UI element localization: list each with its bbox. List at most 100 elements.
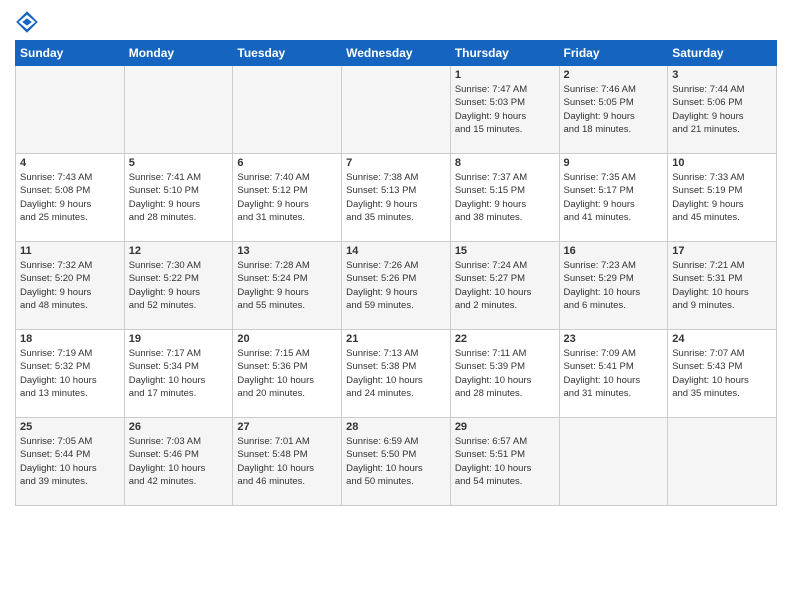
- day-cell: 3Sunrise: 7:44 AM Sunset: 5:06 PM Daylig…: [668, 66, 777, 154]
- day-info: Sunrise: 7:41 AM Sunset: 5:10 PM Dayligh…: [129, 171, 229, 224]
- day-cell: 10Sunrise: 7:33 AM Sunset: 5:19 PM Dayli…: [668, 154, 777, 242]
- day-number: 25: [20, 421, 120, 433]
- day-info: Sunrise: 7:37 AM Sunset: 5:15 PM Dayligh…: [455, 171, 555, 224]
- day-info: Sunrise: 7:17 AM Sunset: 5:34 PM Dayligh…: [129, 347, 229, 400]
- calendar-table: SundayMondayTuesdayWednesdayThursdayFrid…: [15, 40, 777, 506]
- day-number: 29: [455, 421, 555, 433]
- col-header-saturday: Saturday: [668, 41, 777, 66]
- day-cell: 25 Sunrise: 7:05 AM Sunset: 5:44 PM Dayli…: [16, 418, 125, 506]
- day-info: Sunrise: 7:40 AM Sunset: 5:12 PM Dayligh…: [237, 171, 337, 224]
- col-header-thursday: Thursday: [450, 41, 559, 66]
- day-cell: 4 Sunrise: 7:43 AM Sunset: 5:08 PM Daylig…: [16, 154, 125, 242]
- day-cell: [342, 66, 451, 154]
- day-cell: [233, 66, 342, 154]
- day-info: Sunrise: 7:23 AM Sunset: 5:29 PM Dayligh…: [564, 259, 664, 312]
- week-row-1: 1 Sunrise: 7:47 AM Sunset: 5:03 PM Daylig…: [16, 66, 777, 154]
- day-number: 23: [564, 333, 664, 345]
- day-info: Sunrise: 7:38 AM Sunset: 5:13 PM Dayligh…: [346, 171, 446, 224]
- day-cell: [559, 418, 668, 506]
- day-cell: 19 Sunrise: 7:17 AM Sunset: 5:34 PM Dayli…: [124, 330, 233, 418]
- day-number: 17: [672, 245, 772, 257]
- day-number: 14: [346, 245, 446, 257]
- day-cell: 26Sunrise: 7:03 AM Sunset: 5:46 PM Dayli…: [124, 418, 233, 506]
- day-number: 2: [564, 69, 664, 81]
- day-number: 10: [672, 157, 772, 169]
- day-cell: 17 Sunrise: 7:21 AM Sunset: 5:31 PM Dayli…: [668, 242, 777, 330]
- day-cell: 28 Sunrise: 6:59 AM Sunset: 5:50 PM Dayli…: [342, 418, 451, 506]
- day-number: 28: [346, 421, 446, 433]
- col-header-monday: Monday: [124, 41, 233, 66]
- day-cell: 7 Sunrise: 7:38 AM Sunset: 5:13 PM Daylig…: [342, 154, 451, 242]
- day-cell: 23 Sunrise: 7:09 AM Sunset: 5:41 PM Dayli…: [559, 330, 668, 418]
- day-number: 19: [129, 333, 229, 345]
- day-cell: 13Sunrise: 7:28 AM Sunset: 5:24 PM Dayli…: [233, 242, 342, 330]
- day-number: 18: [20, 333, 120, 345]
- day-cell: 11 Sunrise: 7:32 AM Sunset: 5:20 PM Dayli…: [16, 242, 125, 330]
- day-cell: 8 Sunrise: 7:37 AM Sunset: 5:15 PM Daylig…: [450, 154, 559, 242]
- week-row-4: 18 Sunrise: 7:19 AM Sunset: 5:32 PM Dayli…: [16, 330, 777, 418]
- day-cell: 15 Sunrise: 7:24 AM Sunset: 5:27 PM Dayli…: [450, 242, 559, 330]
- day-info: Sunrise: 6:59 AM Sunset: 5:50 PM Dayligh…: [346, 435, 446, 488]
- day-number: 16: [564, 245, 664, 257]
- day-number: 20: [237, 333, 337, 345]
- day-info: Sunrise: 7:01 AM Sunset: 5:48 PM Dayligh…: [237, 435, 337, 488]
- day-number: 24: [672, 333, 772, 345]
- day-number: 8: [455, 157, 555, 169]
- day-number: 27: [237, 421, 337, 433]
- day-cell: 12 Sunrise: 7:30 AM Sunset: 5:22 PM Dayli…: [124, 242, 233, 330]
- day-cell: 22Sunrise: 7:11 AM Sunset: 5:39 PM Dayli…: [450, 330, 559, 418]
- day-cell: [16, 66, 125, 154]
- day-cell: 24 Sunrise: 7:07 AM Sunset: 5:43 PM Dayli…: [668, 330, 777, 418]
- day-number: 12: [129, 245, 229, 257]
- week-row-2: 4 Sunrise: 7:43 AM Sunset: 5:08 PM Daylig…: [16, 154, 777, 242]
- day-info: Sunrise: 7:24 AM Sunset: 5:27 PM Dayligh…: [455, 259, 555, 312]
- logo-icon: [15, 10, 39, 34]
- day-number: 5: [129, 157, 229, 169]
- day-cell: 21 Sunrise: 7:13 AM Sunset: 5:38 PM Dayli…: [342, 330, 451, 418]
- day-cell: 20 Sunrise: 7:15 AM Sunset: 5:36 PM Dayli…: [233, 330, 342, 418]
- day-cell: 18 Sunrise: 7:19 AM Sunset: 5:32 PM Dayli…: [16, 330, 125, 418]
- day-number: 21: [346, 333, 446, 345]
- day-cell: [124, 66, 233, 154]
- day-cell: 2 Sunrise: 7:46 AM Sunset: 5:05 PM Daylig…: [559, 66, 668, 154]
- header-row: SundayMondayTuesdayWednesdayThursdayFrid…: [16, 41, 777, 66]
- col-header-tuesday: Tuesday: [233, 41, 342, 66]
- day-number: 9: [564, 157, 664, 169]
- day-info: Sunrise: 6:57 AM Sunset: 5:51 PM Dayligh…: [455, 435, 555, 488]
- day-cell: [668, 418, 777, 506]
- day-number: 11: [20, 245, 120, 257]
- day-info: Sunrise: 7:46 AM Sunset: 5:05 PM Dayligh…: [564, 83, 664, 136]
- day-cell: 5 Sunrise: 7:41 AM Sunset: 5:10 PM Daylig…: [124, 154, 233, 242]
- day-info: Sunrise: 7:47 AM Sunset: 5:03 PM Dayligh…: [455, 83, 555, 136]
- day-info: Sunrise: 7:07 AM Sunset: 5:43 PM Dayligh…: [672, 347, 772, 400]
- col-header-friday: Friday: [559, 41, 668, 66]
- week-row-5: 25 Sunrise: 7:05 AM Sunset: 5:44 PM Dayli…: [16, 418, 777, 506]
- day-number: 13: [237, 245, 337, 257]
- day-info: Sunrise: 7:21 AM Sunset: 5:31 PM Dayligh…: [672, 259, 772, 312]
- page-container: SundayMondayTuesdayWednesdayThursdayFrid…: [0, 0, 792, 516]
- logo: [15, 10, 43, 34]
- day-number: 4: [20, 157, 120, 169]
- day-info: Sunrise: 7:32 AM Sunset: 5:20 PM Dayligh…: [20, 259, 120, 312]
- day-cell: 27 Sunrise: 7:01 AM Sunset: 5:48 PM Dayli…: [233, 418, 342, 506]
- day-info: Sunrise: 7:05 AM Sunset: 5:44 PM Dayligh…: [20, 435, 120, 488]
- day-cell: 29 Sunrise: 6:57 AM Sunset: 5:51 PM Dayli…: [450, 418, 559, 506]
- day-number: 7: [346, 157, 446, 169]
- day-number: 6: [237, 157, 337, 169]
- day-number: 15: [455, 245, 555, 257]
- day-info: Sunrise: 7:30 AM Sunset: 5:22 PM Dayligh…: [129, 259, 229, 312]
- day-info: Sunrise: 7:09 AM Sunset: 5:41 PM Dayligh…: [564, 347, 664, 400]
- day-cell: 6 Sunrise: 7:40 AM Sunset: 5:12 PM Daylig…: [233, 154, 342, 242]
- day-info: Sunrise: 7:13 AM Sunset: 5:38 PM Dayligh…: [346, 347, 446, 400]
- day-info: Sunrise: 7:15 AM Sunset: 5:36 PM Dayligh…: [237, 347, 337, 400]
- header: [15, 10, 777, 34]
- day-number: 3: [672, 69, 772, 81]
- day-info: Sunrise: 7:26 AM Sunset: 5:26 PM Dayligh…: [346, 259, 446, 312]
- day-info: Sunrise: 7:19 AM Sunset: 5:32 PM Dayligh…: [20, 347, 120, 400]
- day-cell: 9Sunrise: 7:35 AM Sunset: 5:17 PM Daylig…: [559, 154, 668, 242]
- day-info: Sunrise: 7:03 AM Sunset: 5:46 PM Dayligh…: [129, 435, 229, 488]
- day-cell: 14 Sunrise: 7:26 AM Sunset: 5:26 PM Dayli…: [342, 242, 451, 330]
- week-row-3: 11 Sunrise: 7:32 AM Sunset: 5:20 PM Dayli…: [16, 242, 777, 330]
- day-info: Sunrise: 7:43 AM Sunset: 5:08 PM Dayligh…: [20, 171, 120, 224]
- day-number: 1: [455, 69, 555, 81]
